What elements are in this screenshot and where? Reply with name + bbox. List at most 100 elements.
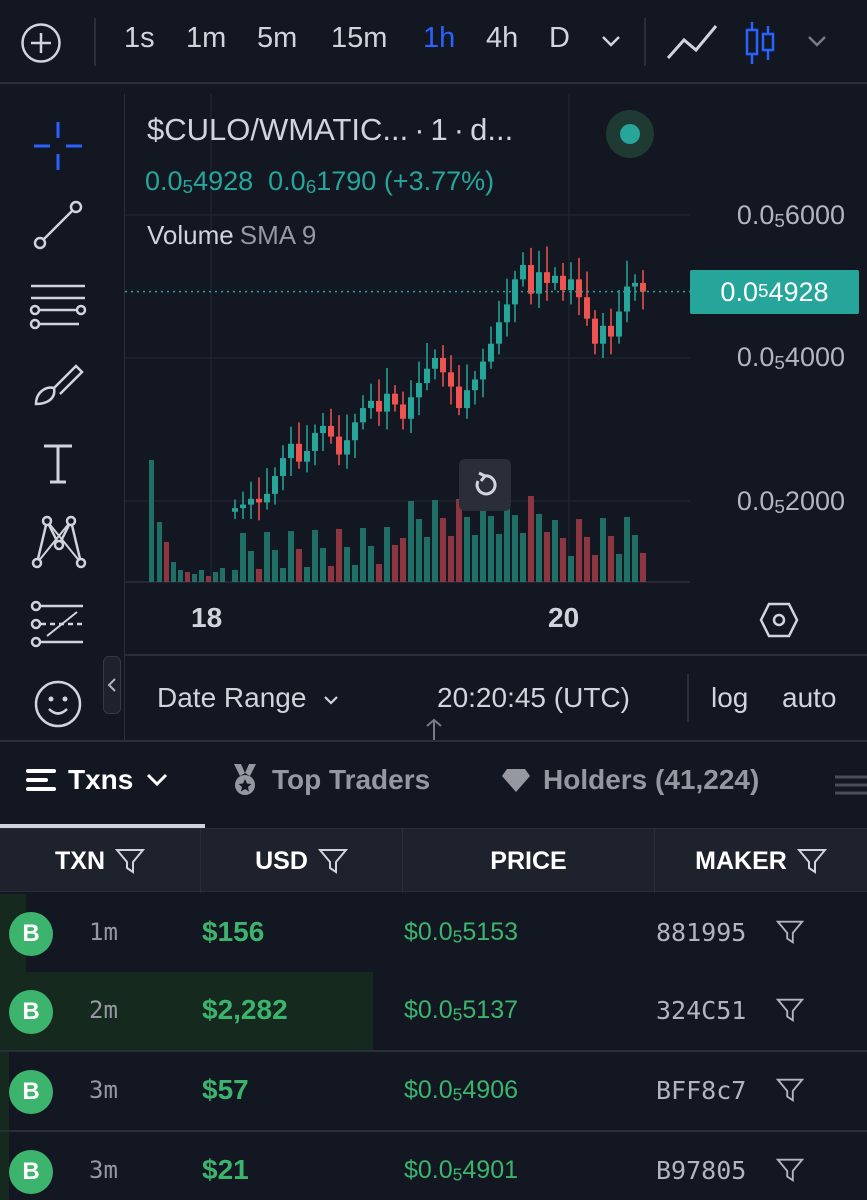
emoji-tool[interactable]	[28, 674, 88, 734]
candle-body	[560, 275, 566, 291]
txn-maker[interactable]: BFF8c7	[656, 1076, 746, 1105]
pattern-tool[interactable]	[28, 512, 88, 572]
txn-maker[interactable]: 881995	[656, 918, 746, 947]
volume-bar	[432, 500, 438, 582]
filter-icon[interactable]	[776, 918, 804, 946]
candle-body	[312, 433, 318, 451]
txn-maker[interactable]: B97805	[656, 1156, 746, 1185]
candle-body	[568, 279, 574, 291]
volume-bar	[384, 527, 390, 582]
column-header-txn[interactable]: TXN	[0, 829, 201, 893]
timeframe-4h[interactable]: 4h	[486, 22, 518, 55]
table-row[interactable]: B 3m $57 $0.054906 BFF8c7	[0, 1052, 867, 1132]
volume-bar	[488, 516, 494, 582]
text-icon	[44, 444, 72, 484]
brush-tool[interactable]	[28, 356, 88, 416]
fib-tool[interactable]	[28, 276, 88, 336]
column-header-usd[interactable]: USD	[201, 829, 403, 893]
timeframe-15m[interactable]: 15m	[331, 22, 387, 55]
table-row[interactable]: B 2m $2,282 $0.055137 324C51	[0, 972, 867, 1052]
volume-bar	[328, 566, 334, 582]
chart-pane[interactable]: $CULO/WMATIC... · 1 · d... 0.054928 0.061790…	[124, 94, 867, 740]
tab-txns[interactable]: Txns	[26, 764, 169, 796]
change-sub: 6	[305, 176, 317, 198]
date-range-button[interactable]: Date Range	[157, 682, 340, 714]
chart-footer-divider	[125, 654, 867, 656]
text-tool[interactable]	[28, 434, 88, 494]
timeframe-5m[interactable]: 5m	[257, 22, 297, 55]
candle-body	[352, 422, 358, 441]
candle-body	[384, 393, 390, 412]
table-row[interactable]: B 3m $21 $0.054901 B97805	[0, 1132, 867, 1200]
tab-top-traders[interactable]: Top Traders	[230, 764, 430, 796]
volume-bar	[220, 568, 225, 582]
candlestick-icon[interactable]	[744, 20, 776, 66]
log-scale-toggle[interactable]: log	[711, 682, 748, 714]
forecast-tool[interactable]	[28, 594, 88, 654]
buy-badge: B	[9, 912, 53, 956]
line-chart-icon[interactable]	[666, 22, 718, 64]
candle-body	[392, 393, 398, 405]
reset-chart-button[interactable]	[459, 459, 511, 511]
collapse-toolbar-button[interactable]	[103, 656, 121, 714]
volume-bar	[232, 570, 238, 582]
candle-body	[288, 443, 294, 459]
price-value: 4928	[193, 166, 254, 196]
txn-usd: $21	[202, 1154, 249, 1185]
date-range-label: Date Range	[157, 682, 307, 713]
chevron-down-icon[interactable]	[600, 32, 622, 50]
filter-icon[interactable]	[317, 847, 348, 875]
volume-fill-bar	[0, 972, 373, 1050]
candle-body	[328, 425, 334, 437]
candle-body	[320, 425, 326, 434]
candle-body	[344, 440, 350, 455]
volume-bar	[240, 533, 246, 582]
auto-scale-toggle[interactable]: auto	[782, 682, 837, 714]
chevron-down-icon[interactable]	[806, 32, 828, 50]
candle-body	[504, 304, 510, 323]
timeframe-1s[interactable]: 1s	[124, 22, 155, 55]
filter-icon[interactable]	[776, 1076, 804, 1104]
market-status-indicator[interactable]	[606, 110, 654, 158]
txn-maker[interactable]: 324C51	[656, 996, 746, 1025]
filter-icon[interactable]	[796, 847, 827, 875]
utc-clock[interactable]: 20:20:45 (UTC)	[437, 682, 630, 714]
volume-bar	[416, 519, 422, 582]
candle-body	[624, 286, 630, 312]
chart-settings-icon[interactable]	[759, 600, 799, 640]
volume-bar	[157, 522, 162, 582]
timeframe-d[interactable]: D	[549, 22, 570, 55]
table-row[interactable]: B 1m $156 $0.055153 881995	[0, 894, 867, 974]
column-header-maker[interactable]: MAKER	[655, 829, 867, 893]
tab-top-traders-label: Top Traders	[272, 764, 431, 795]
candle-body	[296, 443, 302, 462]
candle-body	[408, 397, 414, 419]
candle-body	[240, 504, 246, 509]
volume-bar	[496, 534, 502, 582]
volume-bar	[552, 520, 558, 582]
y-axis-label: 0.052000	[736, 486, 845, 518]
filter-icon[interactable]	[776, 1156, 804, 1184]
symbol-name[interactable]: $CULO/WMATIC...	[147, 112, 408, 147]
column-header-price[interactable]: PRICE	[403, 829, 655, 893]
volume-bar	[360, 528, 366, 582]
add-icon[interactable]	[20, 22, 62, 64]
volume-bar	[368, 546, 374, 582]
more-tabs-icon[interactable]	[833, 772, 867, 798]
volume-bar	[288, 531, 294, 582]
chevron-down-icon	[147, 773, 168, 787]
change-prefix: 0.0	[268, 166, 306, 196]
volume-bar	[624, 517, 630, 582]
candle-body	[256, 498, 262, 503]
volume-bar	[400, 538, 406, 582]
timeframe-1h[interactable]: 1h	[423, 22, 455, 55]
filter-icon[interactable]	[115, 847, 145, 875]
bottom-tabs: Txns Top Traders Holders (41,224)	[0, 740, 867, 828]
volume-bar	[536, 514, 542, 582]
filter-icon[interactable]	[776, 996, 804, 1024]
volume-bar	[272, 550, 278, 582]
trend-line-tool[interactable]	[28, 195, 88, 255]
crosshair-tool[interactable]	[28, 116, 88, 176]
tab-holders[interactable]: Holders (41,224)	[501, 764, 759, 796]
timeframe-1m[interactable]: 1m	[186, 22, 226, 55]
